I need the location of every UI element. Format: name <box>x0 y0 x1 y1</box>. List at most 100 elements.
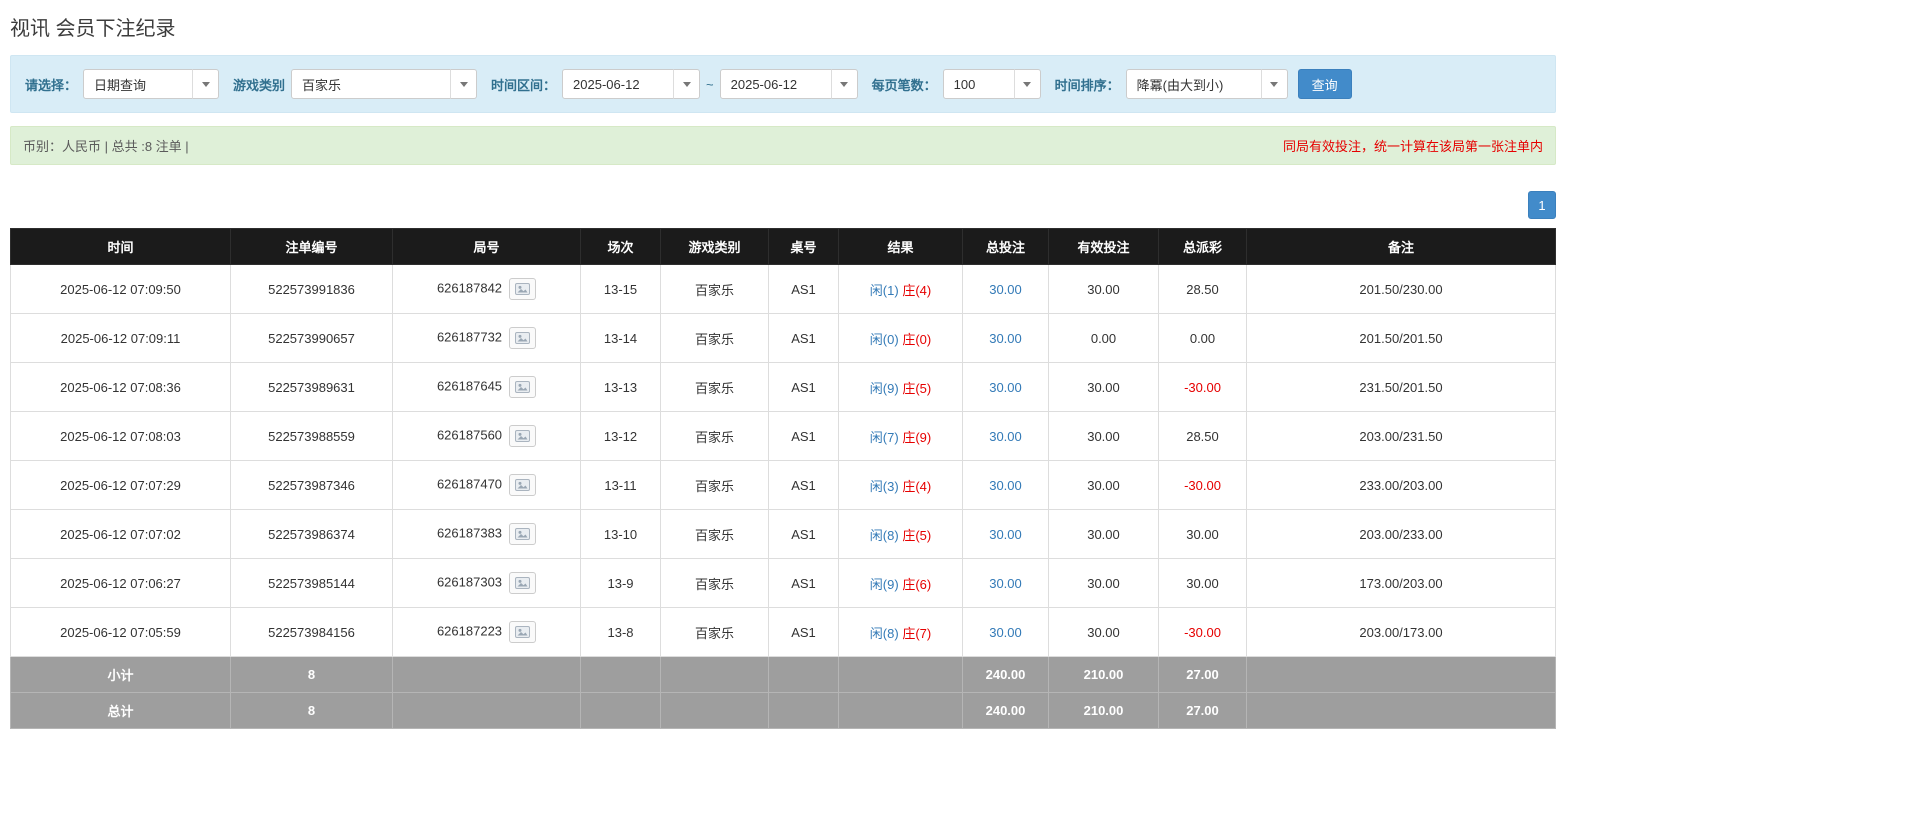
per-page-value[interactable]: 100 <box>943 69 1015 99</box>
subtotal-empty <box>393 657 581 693</box>
total-bet-link[interactable]: 30.00 <box>989 478 1022 493</box>
subtotal-empty <box>661 657 769 693</box>
query-type-select[interactable]: 日期查询 <box>83 69 219 99</box>
bet-id-cell: 522573990657 <box>231 314 393 363</box>
video-replay-icon[interactable] <box>509 523 536 545</box>
video-replay-icon[interactable] <box>509 474 536 496</box>
round-number: 626187732 <box>437 329 502 344</box>
table-row: 2025-06-12 07:08:03522573988559626187560… <box>11 412 1556 461</box>
subtotal-empty <box>769 657 839 693</box>
time-sort-value[interactable]: 降冪(由大到小) <box>1126 69 1262 99</box>
result-player: 闲(0) <box>870 332 899 347</box>
total-total-bet: 240.00 <box>963 693 1049 729</box>
game-type-select[interactable]: 百家乐 <box>291 69 477 99</box>
video-replay-icon[interactable] <box>509 621 536 643</box>
game-type-cell: 百家乐 <box>661 559 769 608</box>
query-type-value[interactable]: 日期查询 <box>83 69 193 99</box>
bet-id-cell: 522573991836 <box>231 265 393 314</box>
column-header: 时间 <box>11 229 231 265</box>
result-banker: 庄(9) <box>902 430 931 445</box>
table-row: 2025-06-12 07:07:02522573986374626187383… <box>11 510 1556 559</box>
bet-id-cell: 522573989631 <box>231 363 393 412</box>
search-button[interactable]: 查询 <box>1298 69 1352 99</box>
valid-bet-cell: 30.00 <box>1049 363 1159 412</box>
result-banker: 庄(4) <box>902 283 931 298</box>
round-cell: 626187303 <box>393 559 581 608</box>
date-from-picker[interactable]: 2025-06-12 <box>562 69 700 99</box>
subtotal-payout: 27.00 <box>1159 657 1247 693</box>
chevron-down-icon[interactable] <box>450 69 477 99</box>
table-number-cell: AS1 <box>769 559 839 608</box>
video-replay-icon[interactable] <box>509 278 536 300</box>
date-to-picker[interactable]: 2025-06-12 <box>720 69 858 99</box>
column-header: 总派彩 <box>1159 229 1247 265</box>
video-replay-icon[interactable] <box>509 425 536 447</box>
session-cell: 13-10 <box>581 510 661 559</box>
note-cell: 201.50/201.50 <box>1247 314 1556 363</box>
table-row: 2025-06-12 07:05:59522573984156626187223… <box>11 608 1556 657</box>
time-cell: 2025-06-12 07:06:27 <box>11 559 231 608</box>
round-number: 626187645 <box>437 378 502 393</box>
video-replay-icon[interactable] <box>509 572 536 594</box>
table-number-cell: AS1 <box>769 265 839 314</box>
per-page-select[interactable]: 100 <box>943 69 1041 99</box>
session-cell: 13-13 <box>581 363 661 412</box>
total-empty <box>1247 693 1556 729</box>
total-bet-link[interactable]: 30.00 <box>989 429 1022 444</box>
column-header: 游戏类别 <box>661 229 769 265</box>
total-bet-link[interactable]: 30.00 <box>989 527 1022 542</box>
game-type-cell: 百家乐 <box>661 363 769 412</box>
payout-cell: 28.50 <box>1159 412 1247 461</box>
date-from-value[interactable]: 2025-06-12 <box>562 69 674 99</box>
chevron-down-icon[interactable] <box>673 69 700 99</box>
page-number-button[interactable]: 1 <box>1528 191 1556 219</box>
table-number-cell: AS1 <box>769 510 839 559</box>
total-bet-cell: 30.00 <box>963 363 1049 412</box>
chevron-down-icon[interactable] <box>831 69 858 99</box>
result-player: 闲(8) <box>870 626 899 641</box>
result-banker: 庄(0) <box>902 332 931 347</box>
per-page-label: 每页笔数： <box>872 75 937 94</box>
date-to-value[interactable]: 2025-06-12 <box>720 69 832 99</box>
total-empty <box>581 693 661 729</box>
payout-cell: -30.00 <box>1159 608 1247 657</box>
result-player: 闲(8) <box>870 528 899 543</box>
total-bet-link[interactable]: 30.00 <box>989 331 1022 346</box>
total-bet-link[interactable]: 30.00 <box>989 576 1022 591</box>
time-sort-select[interactable]: 降冪(由大到小) <box>1126 69 1288 99</box>
valid-bet-cell: 30.00 <box>1049 608 1159 657</box>
payout-cell: 0.00 <box>1159 314 1247 363</box>
chevron-down-icon[interactable] <box>1261 69 1288 99</box>
note-cell: 233.00/203.00 <box>1247 461 1556 510</box>
round-number: 626187470 <box>437 476 502 491</box>
total-bet-cell: 30.00 <box>963 314 1049 363</box>
video-replay-icon[interactable] <box>509 376 536 398</box>
subtotal-row: 小计8240.00210.0027.00 <box>11 657 1556 693</box>
payout-value: -30.00 <box>1184 380 1221 395</box>
result-player: 闲(1) <box>870 283 899 298</box>
payout-value: 30.00 <box>1186 576 1219 591</box>
table-number-cell: AS1 <box>769 608 839 657</box>
game-type-cell: 百家乐 <box>661 510 769 559</box>
game-type-cell: 百家乐 <box>661 265 769 314</box>
chevron-down-icon[interactable] <box>1014 69 1041 99</box>
total-bet-link[interactable]: 30.00 <box>989 380 1022 395</box>
filter-bar: 请选择： 日期查询 游戏类别 百家乐 时间区间： 2025-06-12 ~ 20… <box>10 55 1556 113</box>
round-cell: 626187732 <box>393 314 581 363</box>
note-cell: 231.50/201.50 <box>1247 363 1556 412</box>
result-cell: 闲(7) 庄(9) <box>839 412 963 461</box>
table-row: 2025-06-12 07:08:36522573989631626187645… <box>11 363 1556 412</box>
payout-value: -30.00 <box>1184 625 1221 640</box>
table-header-row: 时间注单编号局号场次游戏类别桌号结果总投注有效投注总派彩备注 <box>11 229 1556 265</box>
chevron-down-icon[interactable] <box>192 69 219 99</box>
subtotal-empty <box>839 657 963 693</box>
video-replay-icon[interactable] <box>509 327 536 349</box>
session-cell: 13-11 <box>581 461 661 510</box>
subtotal-valid-bet: 210.00 <box>1049 657 1159 693</box>
total-bet-link[interactable]: 30.00 <box>989 282 1022 297</box>
total-empty <box>661 693 769 729</box>
game-type-value[interactable]: 百家乐 <box>291 69 451 99</box>
table-number-cell: AS1 <box>769 412 839 461</box>
note-cell: 203.00/231.50 <box>1247 412 1556 461</box>
total-bet-link[interactable]: 30.00 <box>989 625 1022 640</box>
